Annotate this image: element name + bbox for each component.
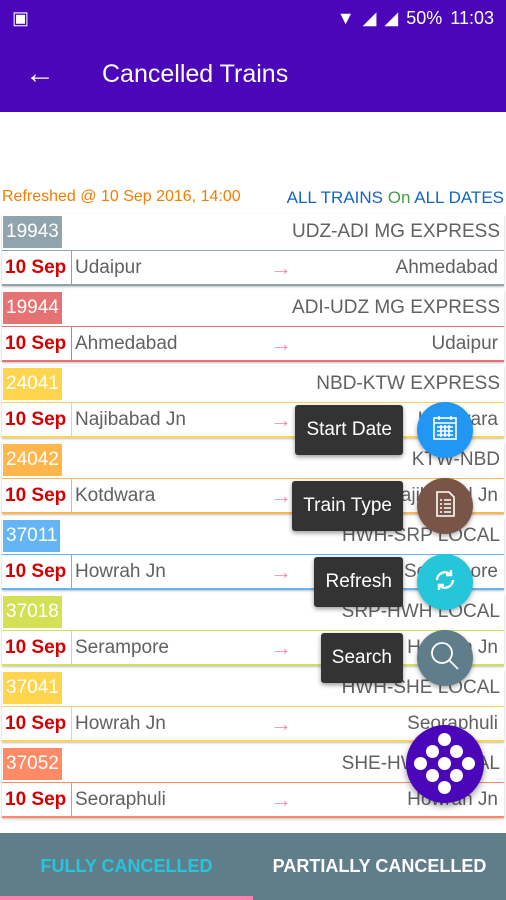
train-route: 10 Sep Ahmedabad → Udaipur [2, 327, 504, 361]
status-bar: ▣ ▼ ◢ ◢ 50% 11:03 [0, 0, 506, 36]
search-label[interactable]: Search [320, 633, 403, 683]
train-from: Howrah Jn [75, 713, 166, 734]
start-date-label[interactable]: Start Date [295, 405, 403, 455]
train-header: 24041 NBD-KTW EXPRESS [2, 366, 504, 403]
train-number-badge: 19943 [3, 216, 62, 248]
train-from: Kotdwara [75, 485, 156, 506]
train-date: 10 Sep [2, 555, 72, 589]
refresh-icon [430, 565, 460, 600]
train-route: 10 Sep Udaipur → Ahmedabad [2, 251, 504, 285]
train-date: 10 Sep [2, 327, 72, 361]
arrow-right-icon: → [270, 787, 292, 812]
train-to: Udaipur [431, 333, 498, 354]
list-document-icon [430, 489, 460, 524]
train-from: Najibabad Jn [75, 409, 186, 430]
refresh-fab-button[interactable] [417, 554, 473, 610]
grid-dot-icon [438, 733, 451, 746]
page-title: Cancelled Trains [102, 59, 289, 88]
search-icon [428, 639, 462, 678]
train-number-badge: 37052 [3, 748, 62, 780]
wifi-icon: ▼ [336, 7, 355, 28]
grid-dot-icon [426, 745, 439, 758]
grid-dot-icon [426, 769, 439, 782]
battery-level: 50% [406, 7, 443, 28]
train-number-badge: 19944 [3, 292, 62, 324]
arrow-right-icon: → [270, 331, 292, 356]
back-arrow-icon[interactable]: ← [0, 57, 80, 91]
train-header: 19944 ADI-UDZ MG EXPRESS [2, 290, 504, 327]
train-type-fab-button[interactable] [417, 478, 473, 534]
search-fab-button[interactable] [417, 630, 473, 686]
train-from: Udaipur [75, 257, 142, 278]
train-name: UDZ-ADI MG EXPRESS [292, 221, 500, 242]
fab-menu-toggle-button[interactable] [406, 725, 484, 803]
train-to: Ahmedabad [395, 257, 498, 278]
tab-fully-cancelled[interactable]: FULLY CANCELLED [0, 833, 253, 900]
start-date-fab-button[interactable] [417, 402, 473, 458]
filter-trains: ALL TRAINS [286, 188, 384, 207]
train-from: Howrah Jn [75, 561, 166, 582]
signal-icon: ◢ [362, 7, 377, 28]
grid-dot-icon [438, 781, 451, 794]
clock: 11:03 [450, 7, 494, 28]
train-name: NBD-KTW EXPRESS [316, 373, 500, 394]
train-date: 10 Sep [2, 403, 72, 437]
train-from: Seoraphuli [75, 789, 166, 810]
grid-dot-icon [450, 745, 463, 758]
filter-summary[interactable]: ALL TRAINS On ALL DATES [287, 188, 504, 208]
train-number-badge: 37041 [3, 672, 62, 704]
train-number-badge: 24042 [3, 444, 62, 476]
train-date: 10 Sep [2, 479, 72, 513]
grid-dot-icon [438, 757, 451, 770]
filter-dates: ALL DATES [414, 188, 504, 207]
train-date: 10 Sep [2, 783, 72, 817]
train-header: 19943 UDZ-ADI MG EXPRESS [2, 214, 504, 251]
image-notification-icon: ▣ [12, 7, 30, 28]
train-number-badge: 37018 [3, 596, 62, 628]
train-name: ADI-UDZ MG EXPRESS [292, 297, 500, 318]
grid-dot-icon [462, 757, 475, 770]
train-type-label[interactable]: Train Type [292, 481, 403, 531]
filter-on: On [387, 188, 411, 207]
train-number-badge: 37011 [3, 520, 61, 552]
train-number-badge: 24041 [3, 368, 62, 400]
train-from: Ahmedabad [75, 333, 178, 354]
arrow-right-icon: → [270, 635, 292, 660]
app-bar: ← Cancelled Trains [0, 36, 506, 112]
refreshed-timestamp: Refreshed @ 10 Sep 2016, 14:00 [2, 188, 241, 205]
grid-dot-icon [414, 757, 427, 770]
tab-partially-cancelled[interactable]: PARTIALLY CANCELLED [253, 833, 506, 900]
arrow-right-icon: → [270, 559, 292, 584]
train-date: 10 Sep [2, 707, 72, 741]
signal-icon-2: ◢ [384, 7, 399, 28]
train-date: 10 Sep [2, 631, 72, 665]
arrow-right-icon: → [270, 255, 292, 280]
grid-dot-icon [450, 769, 463, 782]
train-card[interactable]: 19943 UDZ-ADI MG EXPRESS 10 Sep Udaipur … [2, 214, 504, 286]
calendar-icon [430, 413, 460, 448]
train-from: Serampore [75, 637, 169, 658]
train-card[interactable]: 19944 ADI-UDZ MG EXPRESS 10 Sep Ahmedaba… [2, 290, 504, 362]
arrow-right-icon: → [270, 711, 292, 736]
bottom-tabs: FULLY CANCELLED PARTIALLY CANCELLED [0, 833, 506, 900]
info-row: Refreshed @ 10 Sep 2016, 14:00 ALL TRAIN… [2, 188, 504, 208]
train-date: 10 Sep [2, 251, 72, 285]
refresh-label[interactable]: Refresh [314, 557, 403, 607]
